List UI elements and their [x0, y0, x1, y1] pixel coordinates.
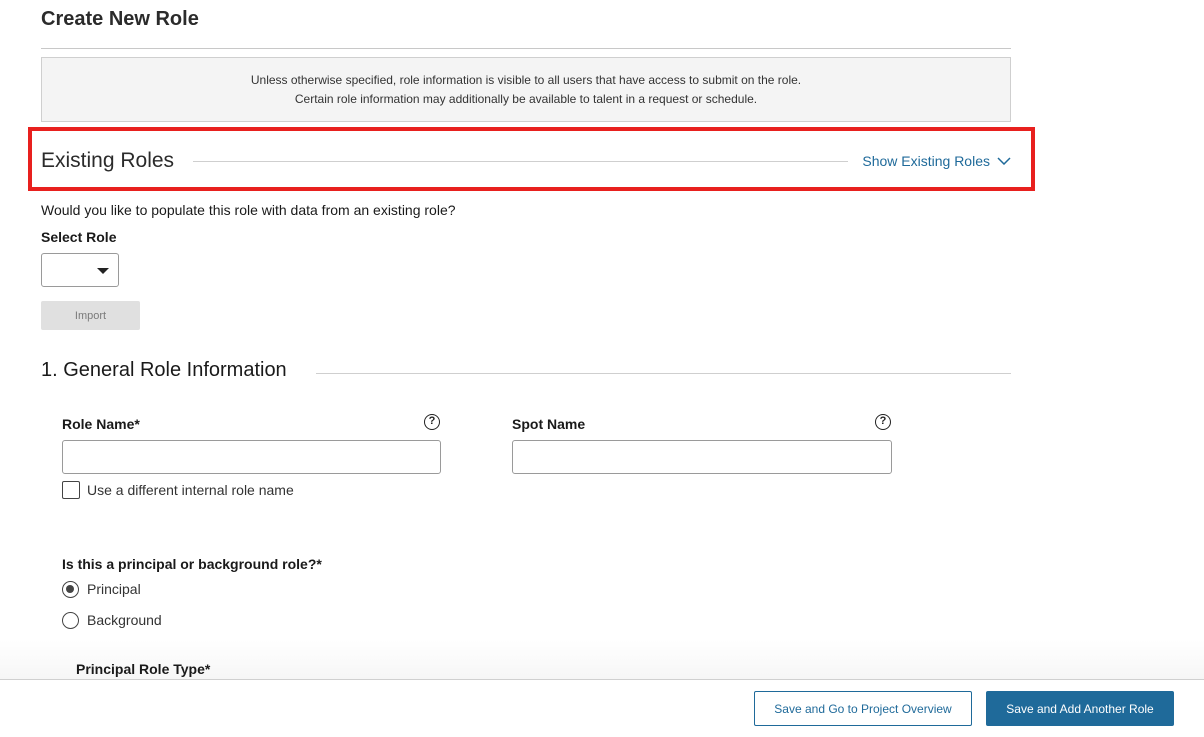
- radio-background-label: Background: [87, 612, 162, 628]
- info-banner: Unless otherwise specified, role informa…: [41, 57, 1011, 122]
- existing-roles-title: Existing Roles: [41, 149, 175, 172]
- existing-roles-divider: [193, 161, 848, 162]
- title-divider: [41, 48, 1011, 49]
- radio-background[interactable]: [62, 612, 79, 629]
- chevron-down-icon: [997, 157, 1011, 165]
- page-title: Create New Role: [41, 8, 199, 30]
- internal-role-name-label: Use a different internal role name: [87, 482, 294, 498]
- save-add-another-role-button[interactable]: Save and Add Another Role: [986, 691, 1174, 726]
- footer-action-bar: Save and Go to Project Overview Save and…: [0, 679, 1204, 737]
- info-line-2: Certain role information may additionall…: [294, 91, 758, 106]
- section-divider: [316, 373, 1011, 374]
- save-go-overview-button[interactable]: Save and Go to Project Overview: [754, 691, 972, 726]
- role-kind-question: Is this a principal or background role?*: [62, 556, 322, 572]
- radio-principal[interactable]: [62, 581, 79, 598]
- role-name-label: Role Name*: [62, 416, 140, 432]
- spot-name-label: Spot Name: [512, 416, 586, 432]
- populate-question: Would you like to populate this role wit…: [41, 202, 456, 218]
- select-role-dropdown[interactable]: [41, 253, 119, 287]
- show-existing-roles-label: Show Existing Roles: [862, 153, 990, 169]
- radio-principal-label: Principal: [87, 581, 141, 597]
- role-name-help-icon[interactable]: ?: [424, 414, 440, 430]
- show-existing-roles-toggle[interactable]: Show Existing Roles: [862, 153, 1011, 169]
- role-name-input[interactable]: [62, 440, 441, 474]
- principal-role-type-label: Principal Role Type*: [76, 661, 211, 677]
- import-button[interactable]: Import: [41, 301, 140, 330]
- internal-role-name-checkbox[interactable]: [62, 481, 80, 499]
- caret-down-icon: [97, 268, 109, 274]
- spot-name-input[interactable]: [512, 440, 892, 474]
- info-line-1: Unless otherwise specified, role informa…: [250, 72, 802, 87]
- spot-name-help-icon[interactable]: ?: [875, 414, 891, 430]
- general-info-section-title: 1. General Role Information: [41, 359, 287, 381]
- select-role-label: Select Role: [41, 229, 117, 245]
- existing-roles-header: Existing Roles Show Existing Roles: [28, 127, 1035, 191]
